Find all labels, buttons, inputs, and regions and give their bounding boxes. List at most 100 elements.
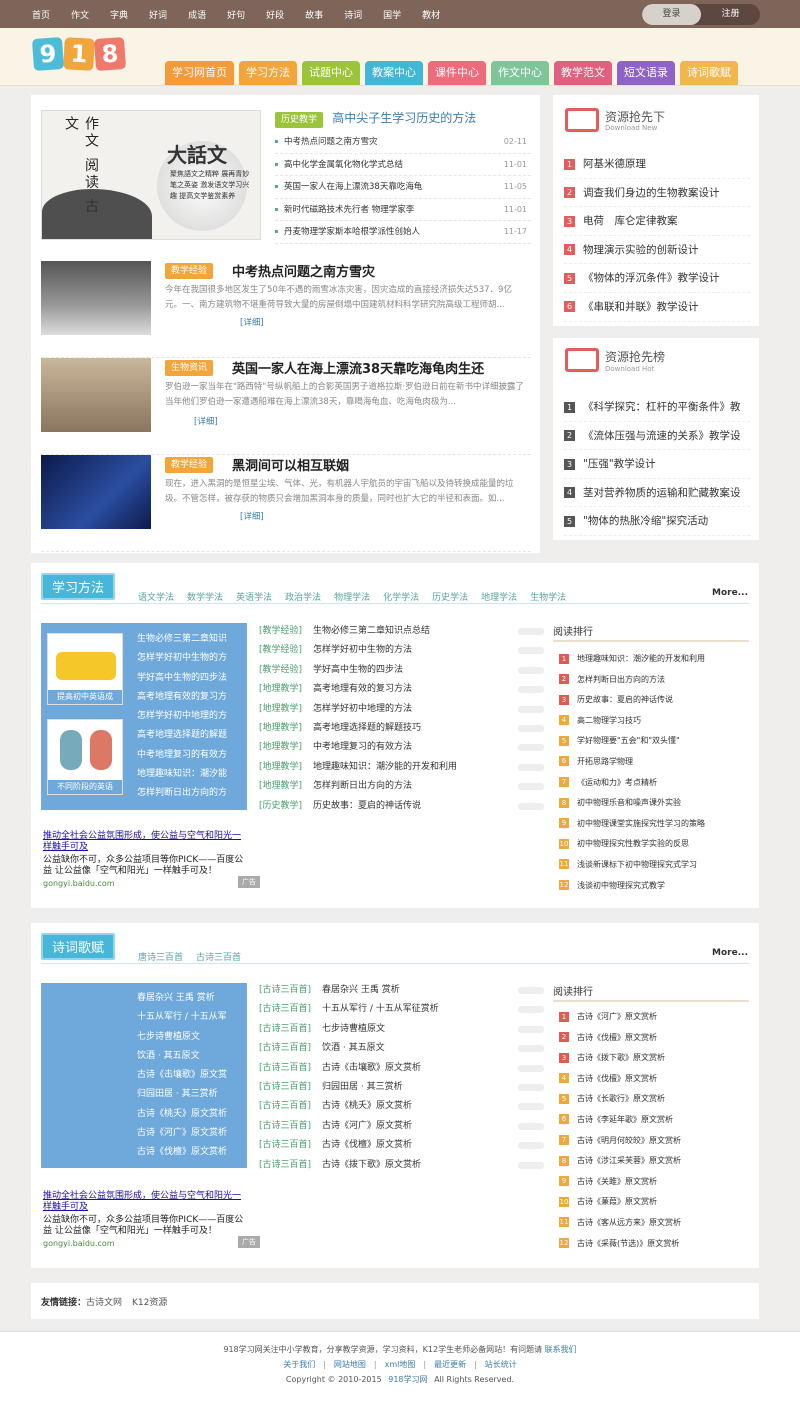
list-item-category[interactable]: [教学经验] [259, 665, 302, 675]
list-item-title[interactable]: 春居杂兴 王禹 赏析 [322, 985, 400, 995]
study-image-2[interactable]: 不同阶段的英语 [47, 719, 123, 795]
footer-brand[interactable]: 918学习网 [388, 1375, 427, 1384]
article-more-link[interactable]: [详细] [237, 316, 264, 328]
blue-list-item[interactable]: 怎样学好初中地理的方 [137, 707, 242, 726]
read-rank-title[interactable]: 古诗《伐檀》原文赏析 [577, 1074, 657, 1083]
list-item-category[interactable]: [地理教学] [259, 704, 302, 714]
study-image-1[interactable]: 提高初中英语成 [47, 633, 123, 705]
list-item[interactable]: [古诗三百首] 古诗《拨下歌》原文赏析 [259, 1156, 544, 1175]
top-nav-item[interactable]: 作文 [71, 8, 89, 21]
resource-item-title[interactable]: 《科学探究：杠杆的平衡条件》教 [583, 401, 741, 413]
list-item-title[interactable]: 怎样判断日出方向的方法 [313, 781, 412, 791]
poem-ad[interactable]: 推动全社会公益氛围形成，使公益与空气和阳光一样触手可及 公益缺你不可，众多公益项… [43, 1191, 260, 1248]
main-nav-tab[interactable]: 短文语录 [617, 61, 675, 85]
resource-item[interactable]: 5 《物体的浮沉条件》教学设计 [564, 264, 750, 293]
featured-item[interactable]: 中考热点问题之南方雪灾 02-11 [275, 131, 531, 154]
footer-nav-link[interactable]: 站长统计 [485, 1360, 517, 1369]
list-item-category[interactable]: [古诗三百首] [259, 1063, 311, 1073]
read-rank-title[interactable]: 学好物理要"五会"和"双头懂" [577, 736, 680, 745]
read-rank-item[interactable]: 11 浅谈新课标下初中物理探究式学习 [559, 855, 749, 876]
resource-item[interactable]: 5 "物体的热胀冷缩"探究活动 [564, 507, 750, 536]
list-item[interactable]: [地理教学] 怎样判断日出方向的方法 [259, 777, 544, 796]
list-item[interactable]: [古诗三百首] 七步诗曹植原文 [259, 1020, 544, 1039]
list-item[interactable]: [古诗三百首] 古诗《伐檀》原文赏析 [259, 1136, 544, 1155]
featured-item-title[interactable]: 新时代磁路技术先行者 物理学家李 [284, 205, 414, 215]
read-rank-title[interactable]: 古诗《李延年歌》原文赏析 [577, 1115, 673, 1124]
article-thumbnail[interactable] [41, 261, 151, 335]
read-rank-title[interactable]: 怎样判断日出方向的方法 [577, 675, 665, 684]
read-rank-title[interactable]: 古诗《采薇(节选)》原文赏析 [577, 1239, 679, 1248]
article-tag[interactable]: 教学经验 [165, 263, 214, 279]
top-nav-item[interactable]: 好句 [227, 8, 245, 21]
article-title[interactable]: 英国一家人在海上漂流38天靠吃海龟肉生还 [232, 358, 484, 377]
resource-item[interactable]: 3 "压强"教学设计 [564, 450, 750, 479]
footer-nav-link[interactable]: 网站地图 [334, 1360, 366, 1369]
subnav-link[interactable]: 政治学法 [285, 593, 321, 603]
footer-nav-link[interactable]: 最近更新 [434, 1360, 466, 1369]
list-item-title[interactable]: 古诗《伐檀》原文赏析 [322, 1140, 412, 1150]
main-nav-tab[interactable]: 作文中心 [491, 61, 549, 85]
blue-list-item[interactable]: 高考地理有效的复习方 [137, 688, 242, 707]
featured-item[interactable]: 高中化学金属氧化物化学式总结 11-01 [275, 154, 531, 177]
read-rank-item[interactable]: 9 初中物理课堂实施探究性学习的策略 [559, 814, 749, 835]
list-item-category[interactable]: [古诗三百首] [259, 1004, 311, 1014]
read-rank-item[interactable]: 7 古诗《明月何皎皎》原文赏析 [559, 1131, 749, 1152]
read-rank-title[interactable]: 古诗《涉江采芙蓉》原文赏析 [577, 1156, 681, 1165]
resource-item[interactable]: 4 物理演示实验的创新设计 [564, 236, 750, 265]
list-item[interactable]: [古诗三百首] 古诗《桃夭》原文赏析 [259, 1097, 544, 1116]
read-rank-title[interactable]: 地理趣味知识：潮汐能的开发和利用 [577, 654, 705, 663]
subnav-link[interactable]: 唐诗三百首 [138, 953, 183, 963]
list-item-title[interactable]: 中考地理复习的有效方法 [313, 742, 412, 752]
list-item-title[interactable]: 古诗《河广》原文赏析 [322, 1121, 412, 1131]
resource-item-title[interactable]: 茎对营养物质的运输和贮藏教案设 [583, 487, 741, 499]
list-item-title[interactable]: 归园田居 · 其三赏析 [322, 1082, 403, 1092]
top-nav-item[interactable]: 诗词 [344, 8, 362, 21]
blue-list-item[interactable]: 古诗《河广》原文赏析 [137, 1124, 245, 1143]
read-rank-item[interactable]: 4 高二物理学习技巧 [559, 711, 749, 732]
footer-contact-link[interactable]: 联系我们 [545, 1345, 577, 1354]
article-title[interactable]: 黑洞间可以相互联姻 [232, 455, 349, 474]
resource-item-title[interactable]: 《物体的浮沉条件》教学设计 [583, 272, 720, 284]
blue-list-item[interactable]: 春居杂兴 王禹 赏析 [137, 989, 245, 1008]
read-rank-title[interactable]: 高二物理学习技巧 [577, 716, 641, 725]
subnav-link[interactable]: 地理学法 [481, 593, 517, 603]
study-section-title[interactable]: 学习方法 [41, 573, 116, 600]
list-item-category[interactable]: [地理教学] [259, 684, 302, 694]
friend-link[interactable]: K12资源 [132, 1298, 167, 1308]
top-nav-item[interactable]: 国学 [383, 8, 401, 21]
read-rank-title[interactable]: 古诗《客从远方来》原文赏析 [577, 1218, 681, 1227]
read-rank-item[interactable]: 8 古诗《涉江采芙蓉》原文赏析 [559, 1151, 749, 1172]
poem-section-title[interactable]: 诗词歌赋 [41, 933, 116, 960]
read-rank-item[interactable]: 12 古诗《采薇(节选)》原文赏析 [559, 1234, 749, 1255]
list-item[interactable]: [古诗三百首] 春居杂兴 王禹 赏析 [259, 981, 544, 1000]
list-item[interactable]: [教学经验] 生物必修三第二章知识点总结 [259, 622, 544, 641]
read-rank-item[interactable]: 11 古诗《客从远方来》原文赏析 [559, 1213, 749, 1234]
resource-item-title[interactable]: 《流体压强与流速的关系》教学设 [583, 430, 741, 442]
read-rank-title[interactable]: 古诗《长歌行》原文赏析 [577, 1094, 665, 1103]
list-item[interactable]: [地理教学] 地理趣味知识：潮汐能的开发和利用 [259, 758, 544, 777]
read-rank-title[interactable]: 开拓思路学物理 [577, 757, 633, 766]
blue-list-item[interactable]: 饮酒 · 其五原文 [137, 1047, 245, 1066]
subnav-link[interactable]: 古诗三百首 [196, 953, 241, 963]
blue-list-item[interactable]: 地理趣味知识：潮汐能 [137, 765, 242, 784]
featured-item-title[interactable]: 高中化学金属氧化物化学式总结 [284, 160, 403, 170]
list-item-category[interactable]: [古诗三百首] [259, 1160, 311, 1170]
friend-link[interactable]: 古诗文网 [86, 1298, 122, 1308]
featured-item-title[interactable]: 丹麦物理学家斯本哈根学派性创始人 [284, 227, 420, 237]
article-tag[interactable]: 生物资讯 [165, 360, 214, 376]
blue-list-item[interactable]: 归园田居 · 其三赏析 [137, 1085, 245, 1104]
list-item-title[interactable]: 高考地理有效的复习方法 [313, 684, 412, 694]
blue-list-item[interactable]: 十五从军行 / 十五从军 [137, 1008, 245, 1027]
read-rank-title[interactable]: 古诗《蒹葭》原文赏析 [577, 1197, 657, 1206]
read-rank-item[interactable]: 7 《运动和力》考点精析 [559, 773, 749, 794]
blue-list-item[interactable]: 古诗《伐檀》原文赏析 [137, 1143, 245, 1162]
read-rank-item[interactable]: 1 地理趣味知识：潮汐能的开发和利用 [559, 649, 749, 670]
featured-tag[interactable]: 历史教学 [275, 112, 324, 128]
list-item-category[interactable]: [古诗三百首] [259, 1121, 311, 1131]
poem-more-link[interactable]: More... [712, 948, 748, 958]
subnav-link[interactable]: 化学学法 [383, 593, 419, 603]
list-item[interactable]: [地理教学] 高考地理选择题的解题技巧 [259, 719, 544, 738]
read-rank-item[interactable]: 10 初中物理探究性教学实验的反思 [559, 834, 749, 855]
study-more-link[interactable]: More... [712, 588, 748, 598]
list-item-category[interactable]: [地理教学] [259, 781, 302, 791]
